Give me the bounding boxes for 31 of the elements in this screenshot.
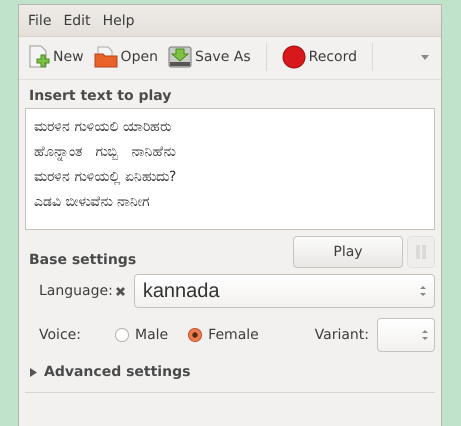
variant-dropdown[interactable] [377,318,435,352]
radio-option[interactable]: Male [114,327,168,343]
menu-item[interactable]: File [23,11,56,31]
menu-item[interactable]: Edit [58,11,96,31]
toolbar-button[interactable]: New [25,43,87,71]
text-line: ಹೊನ್ನಾಂತ ಗುಬ್ಬಿ ನಾನಿಹೆನು [34,143,177,163]
overflow-arrow-icon[interactable] [421,54,429,60]
section-title: Insert text to play [29,88,172,104]
advanced-settings-expander[interactable]: Advanced settings [25,364,435,380]
toolbar-button[interactable]: Open [90,44,161,70]
text-line: ಎಡವಿ ಬೀಳುವೆನು ನಾನೀಗ [34,193,151,212]
record-icon [282,45,306,69]
drive-download-icon [168,46,192,68]
toolbar-button[interactable]: Save As [164,44,254,70]
field-label: Voice: [39,327,81,343]
language-dropdown[interactable]: kannada [134,274,435,308]
field-label: Variant: [314,327,369,343]
new-document-icon [28,45,50,69]
play-button[interactable]: Play [293,236,403,268]
spin-arrows-icon [420,285,426,297]
section-title: Base settings [29,252,136,268]
menu-item[interactable]: Help [98,11,140,31]
text-line: ಮರಳಿನ ಗುಳಿಯಲಿ ಯಾರಿಹರು [34,118,172,137]
text-input-area[interactable]: ಮರಳಿನ ಗುಳಿಯಲಿ ಯಾರಿಹರು ಹೊನ್ನಾಂತ ಗುಬ್ಬಿ ನಾನಿಹೆನು ಮರಳಿನ ಗುಳಿಯಲ್ಲಿ ಏನಿಹುದು? ಎಡವಿ ಬೀಳುವೆನು ನಾನೀಗ [25,108,435,230]
radio-option[interactable]: Female [188,327,259,343]
folder-icon [94,46,118,68]
field-label: Language: [39,283,113,299]
text-line: ಮರಳಿನ ಗುಳಿಯಲ್ಲಿ ಏನಿಹುದು? [34,168,178,187]
toolbar-button[interactable]: Record [278,43,360,71]
spin-arrows-icon [422,329,428,341]
clear-icon[interactable] [114,286,126,296]
